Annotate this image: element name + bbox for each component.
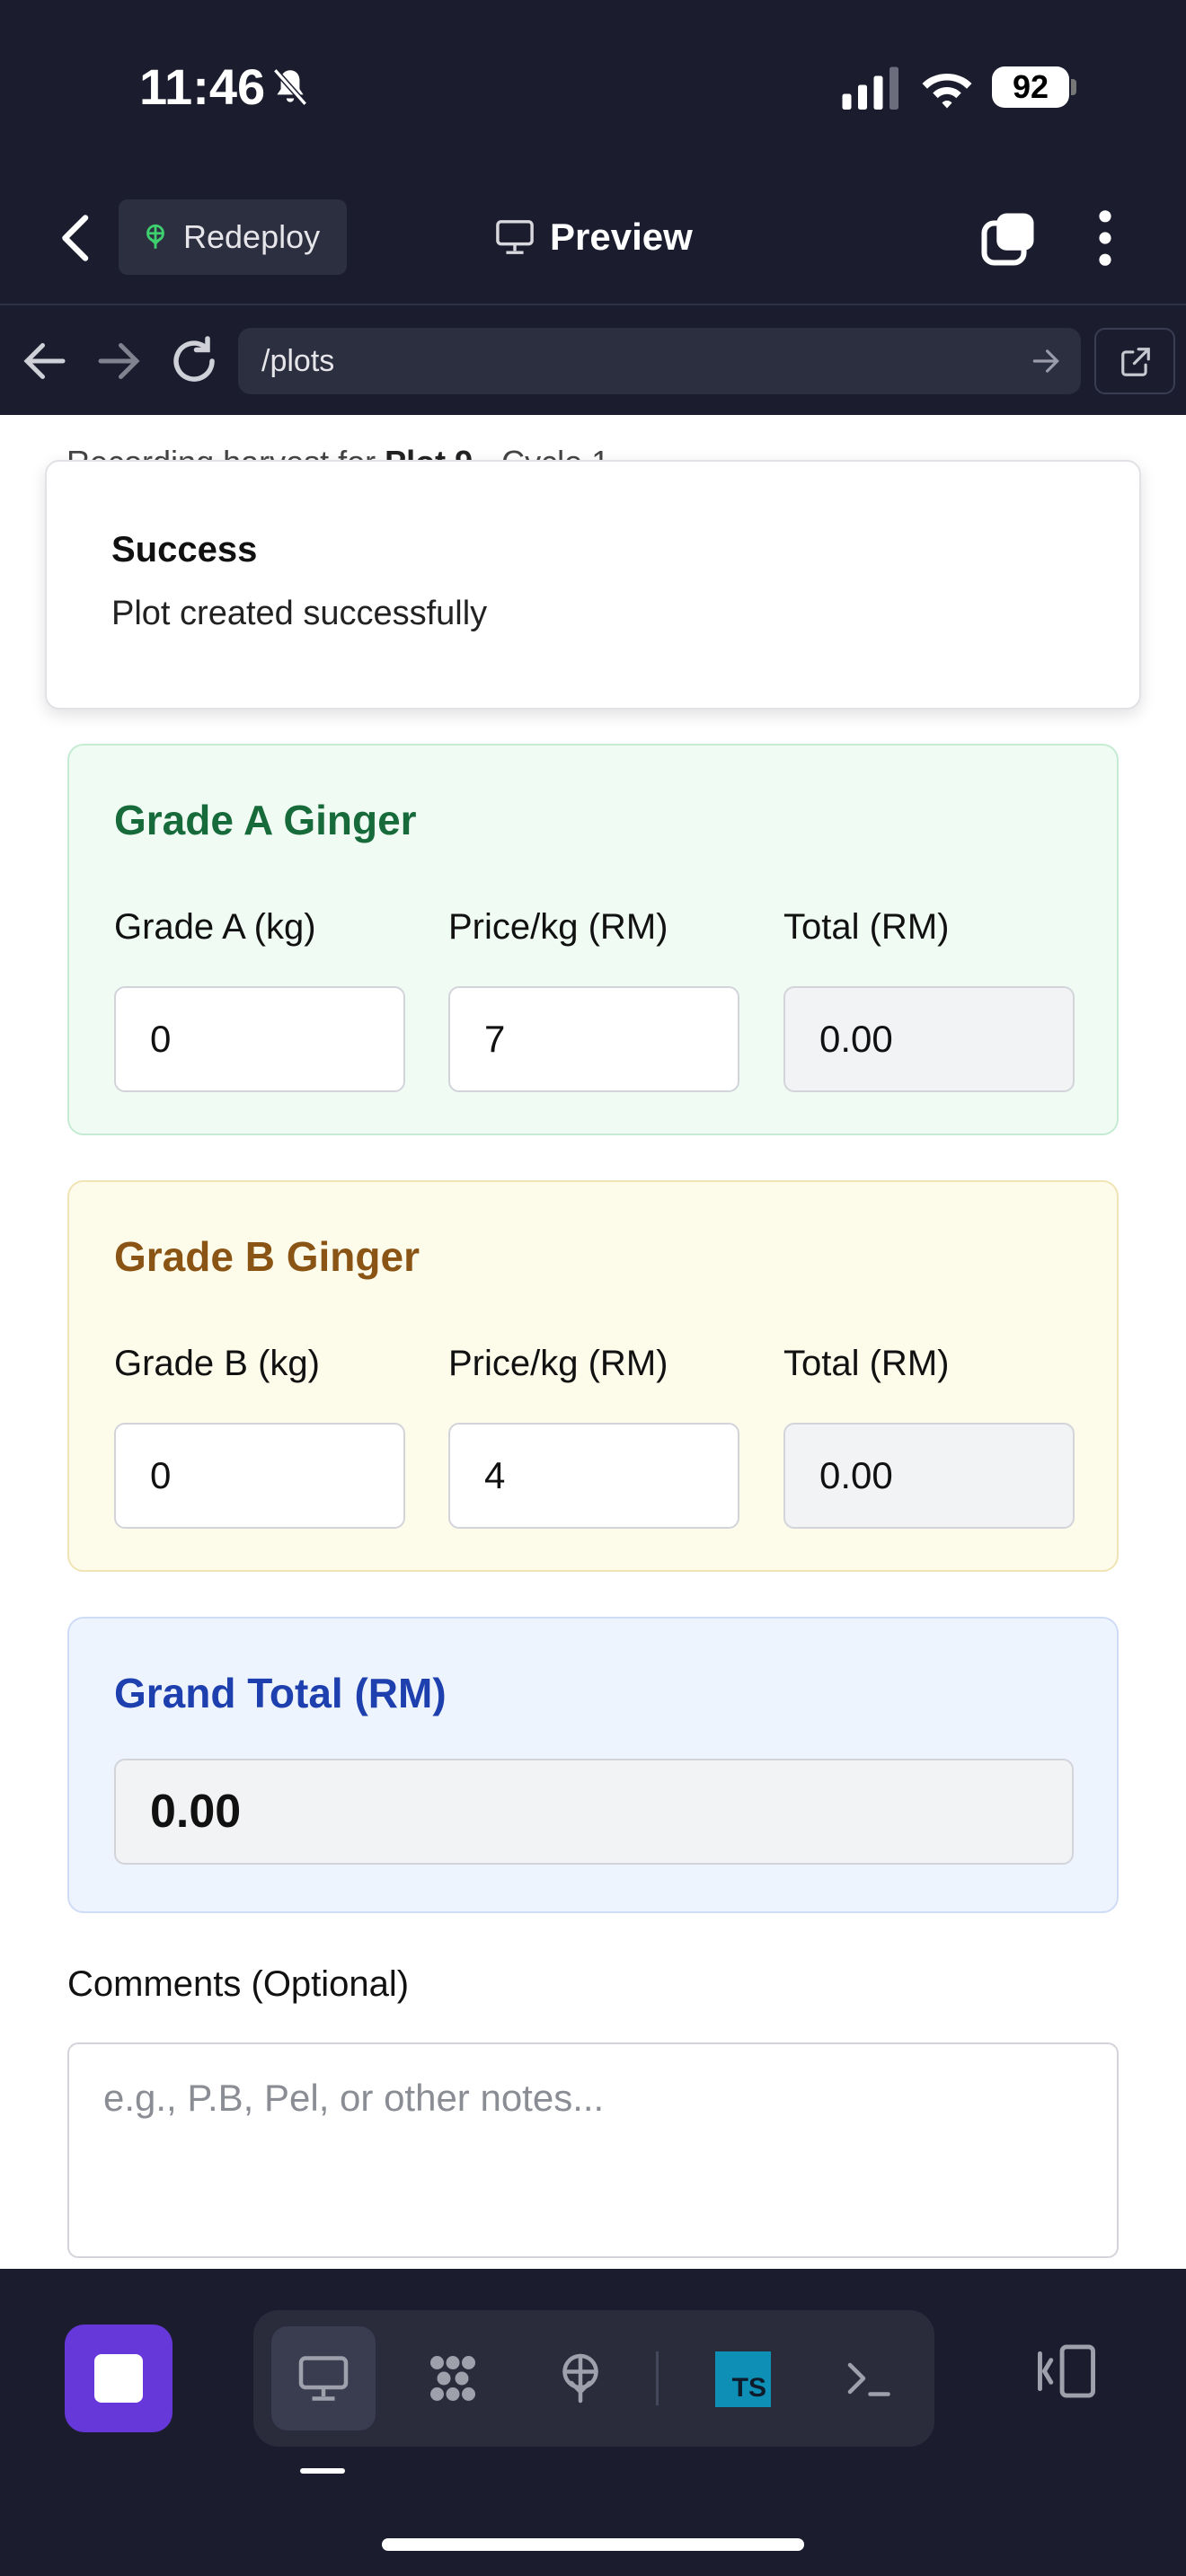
grade-b-qty-label: Grade B (kg) (114, 1344, 320, 1383)
stop-button[interactable] (65, 2325, 173, 2432)
side-panel-icon[interactable] (1033, 2342, 1100, 2400)
redeploy-label: Redeploy (183, 218, 321, 255)
workflow-icon (430, 2356, 475, 2401)
tool-group: TS (253, 2310, 934, 2447)
preview-label: Preview (550, 216, 693, 258)
grade-b-total-field: 0.00 (783, 1423, 1075, 1529)
grade-a-qty-input[interactable]: 0 (114, 986, 405, 1092)
grade-a-price-label: Price/kg (RM) (448, 907, 668, 947)
back-chevron-icon[interactable] (54, 211, 99, 265)
app-bar: Redeploy Preview (0, 171, 1186, 305)
battery-icon: 92 (992, 66, 1069, 108)
forward-arrow-icon[interactable] (92, 334, 146, 388)
toast-title: Success (111, 530, 258, 569)
comments-label: Comments (Optional) (67, 1964, 410, 2004)
deploy-icon (146, 224, 164, 249)
url-bar[interactable]: /plots (238, 328, 1081, 394)
external-link-icon (1121, 348, 1150, 376)
monitor-icon (496, 220, 534, 254)
battery-tip (1071, 79, 1076, 95)
grade-b-card: Grade B Ginger Grade B (kg) Price/kg (RM… (67, 1180, 1119, 1572)
comments-textarea[interactable]: e.g., P.B, Pel, or other notes... (67, 2042, 1119, 2258)
grand-total-title: Grand Total (RM) (114, 1670, 447, 1716)
deploy-network-icon (562, 2353, 598, 2404)
tool-divider (656, 2351, 659, 2405)
url-text: /plots (261, 344, 335, 378)
page-content: Recording harvest for Plot 9 - Cycle 1 S… (0, 415, 1186, 2269)
tabs-icon[interactable] (979, 208, 1039, 268)
desktop-tool-button[interactable] (271, 2326, 376, 2430)
grade-a-total-field: 0.00 (783, 986, 1075, 1092)
preview-title[interactable]: Preview (494, 208, 693, 266)
grand-total-field: 0.00 (114, 1759, 1074, 1865)
stop-icon (94, 2354, 143, 2403)
more-vertical-icon[interactable] (1087, 208, 1123, 268)
grade-a-total-label: Total (RM) (783, 907, 950, 947)
grade-a-price-input[interactable]: 7 (448, 986, 739, 1092)
success-toast[interactable]: Success Plot created successfully (45, 460, 1141, 710)
open-external-button[interactable] (1094, 328, 1175, 394)
grade-b-price-label: Price/kg (RM) (448, 1344, 668, 1383)
back-arrow-icon[interactable] (18, 334, 72, 388)
redeploy-button[interactable]: Redeploy (119, 199, 347, 275)
grade-a-card: Grade A Ginger Grade A (kg) Price/kg (RM… (67, 744, 1119, 1135)
typescript-icon: TS (715, 2351, 771, 2407)
go-arrow-icon[interactable] (1029, 344, 1063, 378)
grade-b-price-input[interactable]: 4 (448, 1423, 739, 1529)
status-bar: 11:46 92 (0, 0, 1186, 171)
home-indicator[interactable] (382, 2538, 804, 2551)
grade-b-qty-input[interactable]: 0 (114, 1423, 405, 1529)
deploy-tool-button[interactable] (528, 2326, 633, 2430)
toast-message: Plot created successfully (111, 595, 488, 632)
bottom-dock: TS (0, 2269, 1186, 2576)
terminal-icon (847, 2362, 890, 2396)
typescript-tool-button[interactable]: TS (686, 2326, 791, 2430)
desktop-icon (298, 2356, 349, 2401)
grade-b-title: Grade B Ginger (114, 1233, 420, 1280)
grade-a-qty-label: Grade A (kg) (114, 907, 316, 947)
wifi-icon (922, 74, 972, 109)
browser-bar: /plots (0, 307, 1186, 415)
grade-b-total-label: Total (RM) (783, 1344, 950, 1383)
workflow-tool-button[interactable] (401, 2326, 505, 2430)
bell-slash-icon (272, 68, 308, 106)
status-time: 11:46 (139, 58, 266, 115)
cellular-signal-icon (842, 66, 898, 110)
grand-total-card: Grand Total (RM) 0.00 (67, 1617, 1119, 1913)
reload-icon[interactable] (167, 334, 221, 388)
terminal-tool-button[interactable] (816, 2326, 920, 2430)
grade-a-title: Grade A Ginger (114, 797, 417, 843)
active-tab-indicator (300, 2468, 345, 2474)
